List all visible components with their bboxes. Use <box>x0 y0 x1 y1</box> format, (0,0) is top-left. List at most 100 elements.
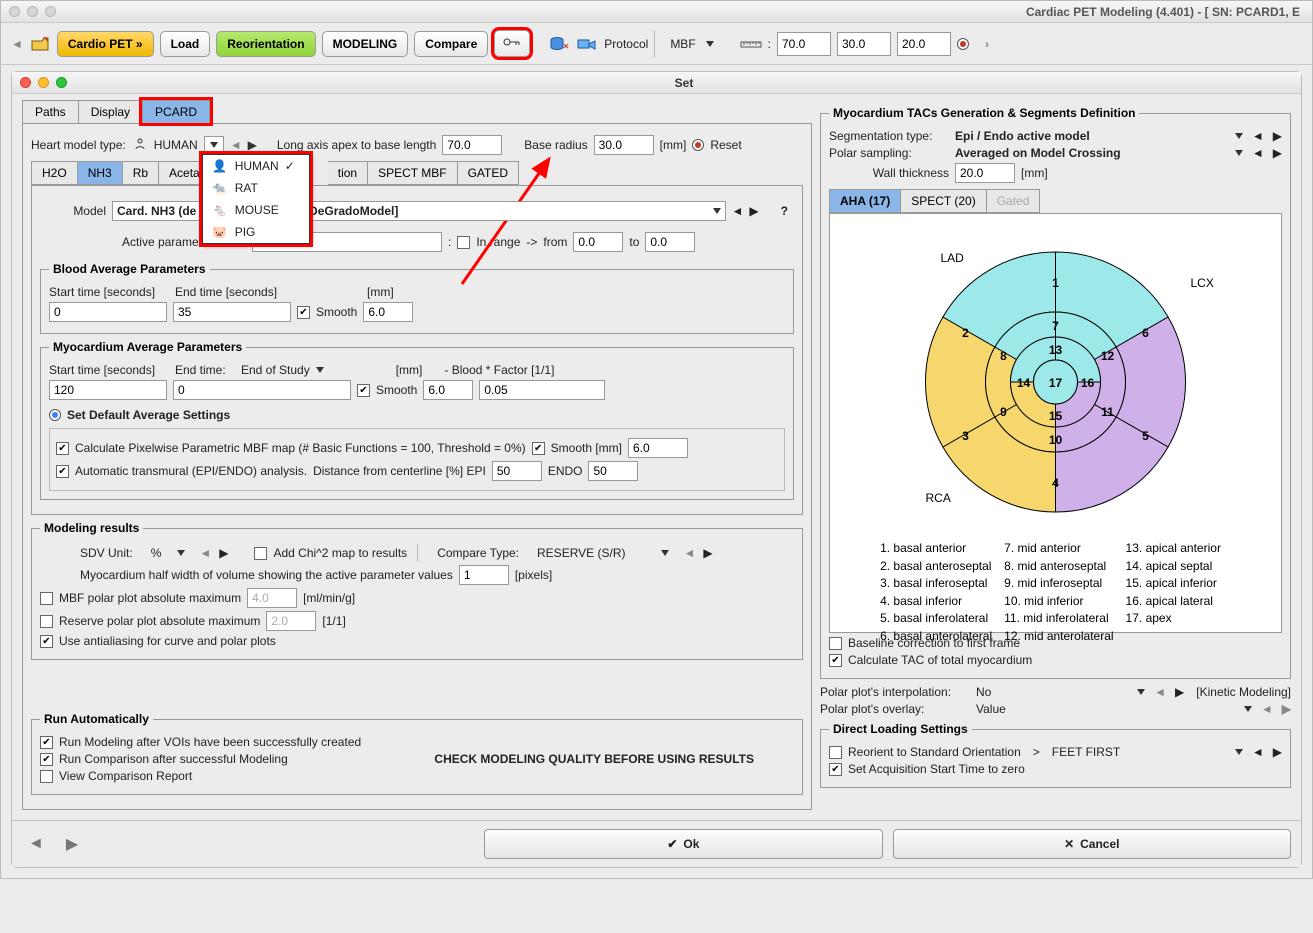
axis-input[interactable] <box>442 135 502 155</box>
overlay-dd[interactable] <box>1244 706 1252 712</box>
cardio-pet-button[interactable]: Cardio PET » <box>57 31 154 57</box>
polar-next[interactable]: ▶ <box>1273 146 1282 160</box>
dim2-input[interactable] <box>837 32 891 56</box>
inner-close[interactable] <box>20 77 31 88</box>
species-opt-human[interactable]: 👤HUMAN✓ <box>203 155 309 177</box>
species-next-icon[interactable]: ▶ <box>248 138 257 152</box>
species-prev-icon[interactable]: ◄ <box>230 138 242 152</box>
polar-prev[interactable]: ◄ <box>1252 146 1264 160</box>
cancel-button[interactable]: ✕Cancel <box>893 829 1291 859</box>
compare-dd-icon[interactable] <box>661 550 669 556</box>
mbfabs-checkbox[interactable] <box>40 592 53 605</box>
segtype-next[interactable]: ▶ <box>1273 129 1282 143</box>
compare-button[interactable]: Compare <box>414 31 488 57</box>
overlay-next[interactable]: ▶ <box>1282 702 1291 716</box>
open-icon[interactable] <box>29 33 51 55</box>
feet-dd[interactable] <box>1235 749 1243 755</box>
interp-prev[interactable]: ◄ <box>1154 685 1166 699</box>
sdv-next[interactable]: ▶ <box>219 546 228 560</box>
sdv-dropdown-icon[interactable] <box>177 550 185 556</box>
zero-checkbox[interactable] <box>829 763 842 776</box>
inrange-checkbox[interactable] <box>457 236 470 249</box>
compare-next[interactable]: ▶ <box>703 546 712 560</box>
inner-max[interactable] <box>56 77 67 88</box>
inner-min[interactable] <box>38 77 49 88</box>
myo-factor-input[interactable] <box>479 380 605 400</box>
species-dropdown-button[interactable] <box>204 136 224 154</box>
myo-start-input[interactable] <box>49 380 167 400</box>
tab-display[interactable]: Display <box>78 100 143 123</box>
footer-prev-icon[interactable]: ◄ <box>22 835 50 853</box>
baseline-checkbox[interactable] <box>829 637 842 650</box>
traffic-max[interactable] <box>45 6 56 17</box>
tracer-spect[interactable]: SPECT MBF <box>367 161 457 185</box>
dim1-input[interactable] <box>777 32 831 56</box>
tab-pcard[interactable]: PCARD <box>142 100 210 123</box>
base-input[interactable] <box>594 135 654 155</box>
reorient-checkbox[interactable] <box>829 746 842 759</box>
tab-paths[interactable]: Paths <box>22 100 79 123</box>
model-prev-icon[interactable]: ◄ <box>732 204 744 218</box>
dim-radio[interactable] <box>957 38 969 50</box>
halfwidth-input[interactable] <box>459 565 509 585</box>
overlay-prev[interactable]: ◄ <box>1261 702 1273 716</box>
interp-next[interactable]: ▶ <box>1175 685 1184 699</box>
smoothmm-checkbox[interactable] <box>532 442 545 455</box>
autorun-model-checkbox[interactable] <box>40 736 53 749</box>
model-next-icon[interactable]: ▶ <box>749 204 758 218</box>
reorientation-button[interactable]: Reorientation <box>216 31 315 57</box>
mbf-dropdown-icon[interactable] <box>706 41 714 47</box>
viewreport-checkbox[interactable] <box>40 770 53 783</box>
toolbar-next-icon[interactable]: › <box>985 37 989 51</box>
ok-button[interactable]: ✔Ok <box>484 829 882 859</box>
myo-endtime-val[interactable]: End of Study <box>241 363 310 377</box>
tracer-hidden[interactable]: tion <box>328 161 368 185</box>
to-input[interactable] <box>645 232 695 252</box>
toolbar-back-icon[interactable]: ◄ <box>11 37 23 51</box>
tracer-rb[interactable]: Rb <box>122 161 159 185</box>
reset-label[interactable]: Reset <box>710 138 741 152</box>
wall-input[interactable] <box>955 163 1015 183</box>
defaults-radio[interactable] <box>49 409 61 421</box>
segtype-dd[interactable] <box>1235 133 1243 139</box>
model-help[interactable]: ? <box>781 204 788 218</box>
blood-end-input[interactable] <box>173 302 291 322</box>
polar-dd[interactable] <box>1235 150 1243 156</box>
blood-smooth-input[interactable] <box>363 302 413 322</box>
aa-checkbox[interactable] <box>40 635 53 648</box>
dim3-input[interactable] <box>897 32 951 56</box>
endo-input[interactable] <box>588 461 638 481</box>
tab-spect20[interactable]: SPECT (20) <box>900 189 986 213</box>
protocol-icon[interactable] <box>576 33 598 55</box>
defaults-label[interactable]: Set Default Average Settings <box>67 408 230 422</box>
interp-dd[interactable] <box>1137 689 1145 695</box>
from-input[interactable] <box>573 232 623 252</box>
autorun-compare-checkbox[interactable] <box>40 753 53 766</box>
addchi-checkbox[interactable] <box>254 547 267 560</box>
settings-key-button[interactable] <box>494 30 530 57</box>
traffic-min[interactable] <box>27 6 38 17</box>
tab-aha[interactable]: AHA (17) <box>829 189 901 213</box>
blood-start-input[interactable] <box>49 302 167 322</box>
species-opt-rat[interactable]: 🐀RAT <box>203 177 309 199</box>
footer-next-icon[interactable]: ▶ <box>60 834 84 854</box>
feet-next[interactable]: ▶ <box>1273 745 1282 759</box>
calctac-checkbox[interactable] <box>829 654 842 667</box>
tracer-h2o[interactable]: H2O <box>31 161 78 185</box>
segtype-prev[interactable]: ◄ <box>1252 129 1264 143</box>
modeling-button[interactable]: MODELING <box>322 31 409 57</box>
endtime-dropdown-icon[interactable] <box>316 367 324 373</box>
myo-smooth-input[interactable] <box>423 380 473 400</box>
load-button[interactable]: Load <box>160 31 211 57</box>
pixelwise-checkbox[interactable] <box>56 442 69 455</box>
tracer-gated[interactable]: GATED <box>457 161 519 185</box>
myo-end-input[interactable] <box>173 380 351 400</box>
compare-prev[interactable]: ◄ <box>683 546 695 560</box>
myo-smooth-checkbox[interactable] <box>357 384 370 397</box>
smoothmm-input[interactable] <box>628 438 688 458</box>
species-opt-mouse[interactable]: 🐁MOUSE <box>203 199 309 221</box>
reserveabs-checkbox[interactable] <box>40 615 53 628</box>
reset-radio[interactable] <box>692 139 704 151</box>
db-icon[interactable] <box>548 33 570 55</box>
epi-input[interactable] <box>492 461 542 481</box>
